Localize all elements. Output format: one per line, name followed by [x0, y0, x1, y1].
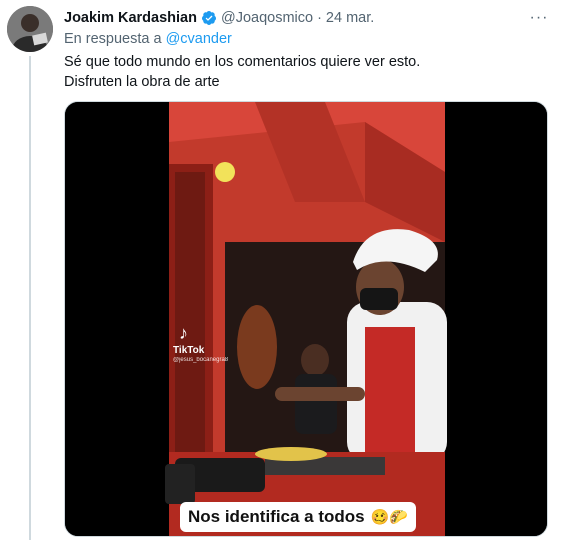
header-separator: ·: [317, 10, 322, 26]
thread-line: [29, 56, 31, 540]
verified-badge-icon: [201, 11, 216, 25]
taquero-apron: [365, 327, 415, 462]
tweet-date[interactable]: 24 mar.: [326, 10, 374, 26]
caption-emoji: 🥴🌮: [370, 509, 408, 526]
video-caption-text: Nos identifica a todos: [188, 507, 365, 526]
author-display-name[interactable]: Joakim Kardashian: [64, 10, 197, 26]
tweet-text-line: Disfruten la obra de arte: [64, 74, 220, 90]
tweet-header: Joakim Kardashian @Joaqosmico · 24 mar.: [64, 8, 374, 28]
more-options-icon[interactable]: ···: [527, 8, 551, 28]
face-mask: [360, 288, 398, 310]
reply-context: En respuesta a @cvander: [64, 31, 232, 47]
tiktok-user: @jesus_bocanegra8: [173, 357, 229, 363]
avatar[interactable]: [7, 6, 53, 52]
video-frame: [65, 102, 547, 536]
tweet-text: Sé que todo mundo en los comentarios qui…: [64, 52, 544, 92]
avatar-image: [7, 6, 53, 52]
tiktok-name: TikTok: [173, 345, 205, 356]
video-player[interactable]: ♪ TikTok @jesus_bocanegra8 Nos identific…: [64, 101, 548, 537]
video-caption: Nos identifica a todos 🥴🌮: [180, 502, 416, 532]
tweet-text-line: Sé que todo mundo en los comentarios qui…: [64, 54, 421, 70]
author-handle[interactable]: @Joaqosmico: [221, 10, 313, 26]
reply-mention-link[interactable]: @cvander: [166, 31, 232, 47]
tiktok-icon: ♪: [179, 323, 188, 343]
reply-prefix: En respuesta a: [64, 31, 162, 47]
tweet[interactable]: Joakim Kardashian @Joaqosmico · 24 mar. …: [0, 0, 565, 540]
tiktok-watermark: ♪ TikTok @jesus_bocanegra8: [173, 324, 228, 363]
light-bulb: [215, 162, 235, 182]
trompo-meat: [237, 305, 277, 389]
